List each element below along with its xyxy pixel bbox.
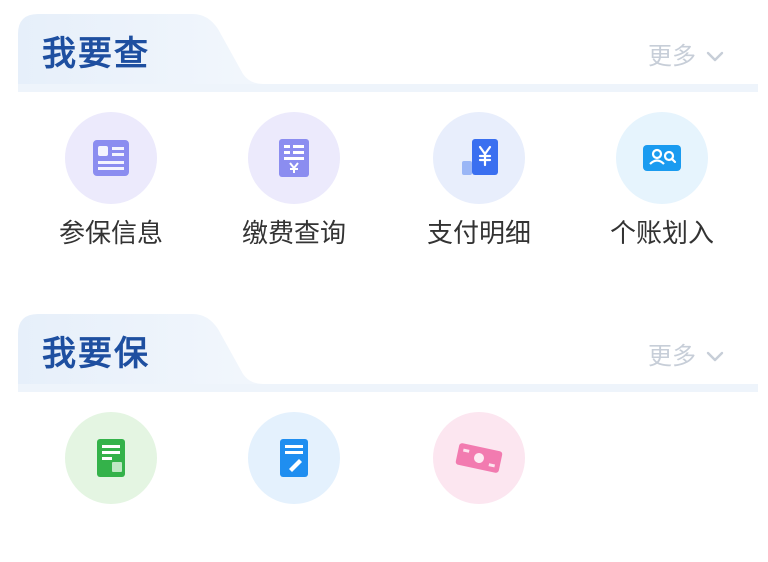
item-account-transfer[interactable]: 个账划入 xyxy=(582,112,742,250)
payment-document-icon xyxy=(279,139,309,177)
item-label: 个账划入 xyxy=(609,219,714,249)
icon-circle xyxy=(65,112,157,204)
item-label: 参保信息 xyxy=(58,219,163,249)
chevron-down-icon xyxy=(706,51,724,62)
item-label: 支付明细 xyxy=(426,219,531,249)
item-pink-ticket[interactable] xyxy=(399,412,559,518)
item-label: 缴费查询 xyxy=(241,219,346,249)
item-blue-form[interactable] xyxy=(214,412,374,518)
item-green-form[interactable] xyxy=(31,412,191,518)
section-title: 我要查 xyxy=(42,34,150,74)
more-label: 更多 xyxy=(648,42,696,70)
icon-circle xyxy=(616,112,708,204)
item-grid xyxy=(0,412,768,562)
id-card-icon xyxy=(93,140,129,176)
yuan-bill-icon xyxy=(462,139,498,175)
account-search-icon xyxy=(643,145,681,171)
more-label: 更多 xyxy=(648,342,696,370)
icon-circle xyxy=(248,112,340,204)
icon-circle xyxy=(65,412,157,504)
section-title: 我要保 xyxy=(42,334,150,374)
icon-circle xyxy=(248,412,340,504)
chevron-down-icon xyxy=(706,351,724,362)
icon-circle xyxy=(433,412,525,504)
item-grid: 参保信息 缴费查询 支付明细 个账划入 xyxy=(0,112,768,262)
green-form-icon xyxy=(97,439,125,477)
section-header: 我要查 更多 xyxy=(18,14,758,92)
pink-ticket-icon xyxy=(455,443,503,473)
section-header: 我要保 更多 xyxy=(18,314,758,392)
item-insurance-info[interactable]: 参保信息 xyxy=(31,112,191,250)
more-button[interactable]: 更多 xyxy=(648,340,724,372)
item-payment-details[interactable]: 支付明细 xyxy=(399,112,559,250)
more-button[interactable]: 更多 xyxy=(648,40,724,72)
icon-circle xyxy=(433,112,525,204)
item-payment-query[interactable]: 缴费查询 xyxy=(214,112,374,250)
blue-edit-form-icon xyxy=(280,439,308,477)
